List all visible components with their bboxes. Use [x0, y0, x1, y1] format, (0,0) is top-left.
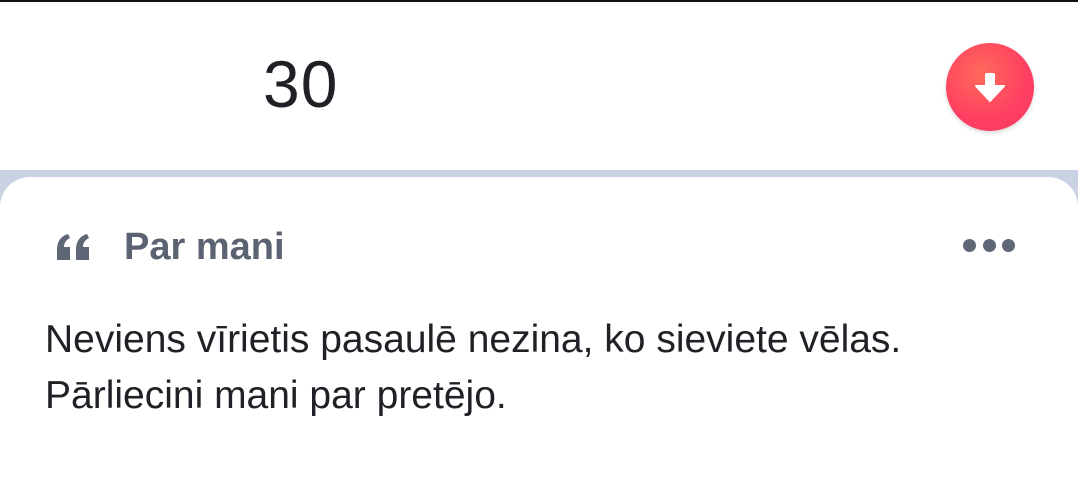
- profile-header: 30: [0, 2, 1078, 170]
- about-card-title: Par mani: [124, 226, 285, 268]
- more-icon-dot: [982, 238, 996, 252]
- about-card-header: Par mani: [55, 225, 285, 269]
- about-text: Neviens vīrietis pasaulē nezina, ko siev…: [45, 318, 902, 417]
- arrow-down-icon: [975, 73, 1005, 102]
- profile-age: 30: [263, 47, 339, 121]
- more-options-button[interactable]: [963, 230, 1015, 260]
- more-icon-dot: [1002, 238, 1015, 252]
- more-icon: [963, 238, 976, 252]
- scroll-down-button[interactable]: [946, 43, 1034, 131]
- quote-icon: [55, 227, 93, 267]
